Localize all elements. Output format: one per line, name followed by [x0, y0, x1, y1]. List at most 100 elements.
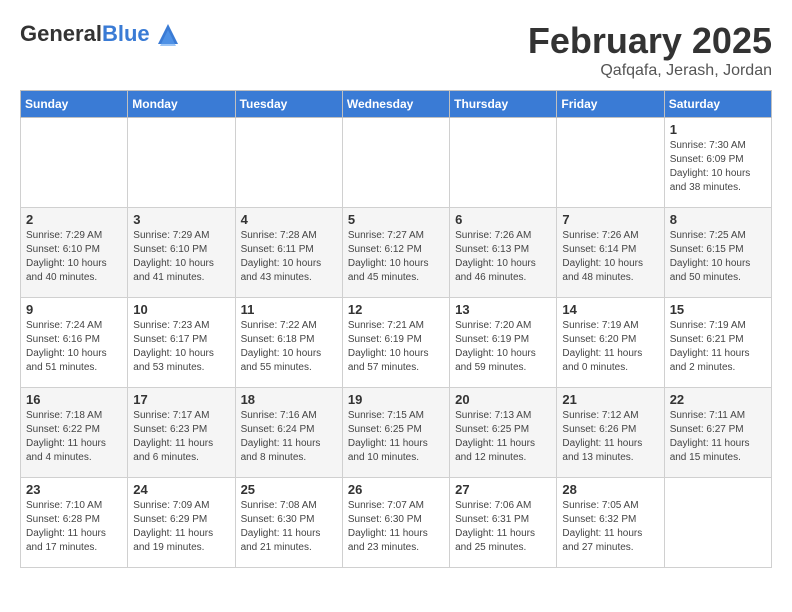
- day-info: Sunrise: 7:28 AM Sunset: 6:11 PM Dayligh…: [241, 229, 337, 285]
- day-info: Sunrise: 7:22 AM Sunset: 6:18 PM Dayligh…: [241, 319, 337, 375]
- day-info: Sunrise: 7:07 AM Sunset: 6:30 PM Dayligh…: [348, 499, 444, 555]
- logo-icon: [154, 20, 182, 48]
- day-number: 10: [133, 302, 229, 317]
- day-number: 4: [241, 212, 337, 227]
- day-number: 27: [455, 482, 551, 497]
- month-title: February 2025: [528, 20, 772, 62]
- calendar-cell: 10 Sunrise: 7:23 AM Sunset: 6:17 PM Dayli…: [128, 298, 235, 388]
- day-of-week-header: Saturday: [664, 91, 771, 118]
- day-info: Sunrise: 7:19 AM Sunset: 6:21 PM Dayligh…: [670, 319, 766, 375]
- day-info: Sunrise: 7:29 AM Sunset: 6:10 PM Dayligh…: [133, 229, 229, 285]
- day-info: Sunrise: 7:23 AM Sunset: 6:17 PM Dayligh…: [133, 319, 229, 375]
- calendar-cell: 12Sunrise: 7:21 AM Sunset: 6:19 PM Dayli…: [342, 298, 449, 388]
- calendar-cell: 21 Sunrise: 7:12 AM Sunset: 6:26 PM Dayli…: [557, 388, 664, 478]
- title-block: February 2025 Qafqafa, Jerash, Jordan: [528, 20, 772, 80]
- calendar-cell: 6 Sunrise: 7:26 AM Sunset: 6:13 PM Daylig…: [450, 208, 557, 298]
- day-number: 15: [670, 302, 766, 317]
- day-info: Sunrise: 7:05 AM Sunset: 6:32 PM Dayligh…: [562, 499, 658, 555]
- day-number: 28: [562, 482, 658, 497]
- calendar-cell: 20 Sunrise: 7:13 AM Sunset: 6:25 PM Dayli…: [450, 388, 557, 478]
- calendar-table: SundayMondayTuesdayWednesdayThursdayFrid…: [20, 90, 772, 568]
- calendar-cell: 2 Sunrise: 7:29 AM Sunset: 6:10 PM Daylig…: [21, 208, 128, 298]
- day-info: Sunrise: 7:27 AM Sunset: 6:12 PM Dayligh…: [348, 229, 444, 285]
- day-info: Sunrise: 7:13 AM Sunset: 6:25 PM Dayligh…: [455, 409, 551, 465]
- day-number: 24: [133, 482, 229, 497]
- day-number: 9: [26, 302, 122, 317]
- day-info: Sunrise: 7:30 AM Sunset: 6:09 PM Dayligh…: [670, 139, 766, 195]
- day-info: Sunrise: 7:09 AM Sunset: 6:29 PM Dayligh…: [133, 499, 229, 555]
- day-info: Sunrise: 7:08 AM Sunset: 6:30 PM Dayligh…: [241, 499, 337, 555]
- calendar-header-row: SundayMondayTuesdayWednesdayThursdayFrid…: [21, 91, 772, 118]
- day-info: Sunrise: 7:26 AM Sunset: 6:13 PM Dayligh…: [455, 229, 551, 285]
- calendar-cell: [664, 478, 771, 568]
- day-info: Sunrise: 7:06 AM Sunset: 6:31 PM Dayligh…: [455, 499, 551, 555]
- calendar-cell: 23Sunrise: 7:10 AM Sunset: 6:28 PM Dayli…: [21, 478, 128, 568]
- day-number: 25: [241, 482, 337, 497]
- day-info: Sunrise: 7:24 AM Sunset: 6:16 PM Dayligh…: [26, 319, 122, 375]
- day-number: 13: [455, 302, 551, 317]
- calendar-cell: 1Sunrise: 7:30 AM Sunset: 6:09 PM Daylig…: [664, 118, 771, 208]
- calendar-week-row: 1Sunrise: 7:30 AM Sunset: 6:09 PM Daylig…: [21, 118, 772, 208]
- day-number: 12: [348, 302, 444, 317]
- calendar-cell: 11 Sunrise: 7:22 AM Sunset: 6:18 PM Dayli…: [235, 298, 342, 388]
- calendar-cell: [128, 118, 235, 208]
- day-info: Sunrise: 7:17 AM Sunset: 6:23 PM Dayligh…: [133, 409, 229, 465]
- calendar-cell: 5 Sunrise: 7:27 AM Sunset: 6:12 PM Daylig…: [342, 208, 449, 298]
- calendar-week-row: 9 Sunrise: 7:24 AM Sunset: 6:16 PM Daylig…: [21, 298, 772, 388]
- day-info: Sunrise: 7:29 AM Sunset: 6:10 PM Dayligh…: [26, 229, 122, 285]
- day-number: 19: [348, 392, 444, 407]
- logo: GeneralBlue: [20, 20, 182, 48]
- day-of-week-header: Thursday: [450, 91, 557, 118]
- day-number: 26: [348, 482, 444, 497]
- day-number: 14: [562, 302, 658, 317]
- day-info: Sunrise: 7:11 AM Sunset: 6:27 PM Dayligh…: [670, 409, 766, 465]
- logo-blue: Blue: [102, 21, 150, 46]
- calendar-week-row: 16 Sunrise: 7:18 AM Sunset: 6:22 PM Dayli…: [21, 388, 772, 478]
- calendar-cell: 26 Sunrise: 7:07 AM Sunset: 6:30 PM Dayli…: [342, 478, 449, 568]
- day-of-week-header: Wednesday: [342, 91, 449, 118]
- day-number: 17: [133, 392, 229, 407]
- day-number: 5: [348, 212, 444, 227]
- calendar-cell: 7 Sunrise: 7:26 AM Sunset: 6:14 PM Daylig…: [557, 208, 664, 298]
- day-number: 18: [241, 392, 337, 407]
- day-number: 22: [670, 392, 766, 407]
- day-of-week-header: Monday: [128, 91, 235, 118]
- location-title: Qafqafa, Jerash, Jordan: [528, 62, 772, 80]
- day-number: 3: [133, 212, 229, 227]
- logo-general: General: [20, 21, 102, 46]
- calendar-cell: 19 Sunrise: 7:15 AM Sunset: 6:25 PM Dayli…: [342, 388, 449, 478]
- day-number: 7: [562, 212, 658, 227]
- day-info: Sunrise: 7:18 AM Sunset: 6:22 PM Dayligh…: [26, 409, 122, 465]
- day-number: 16: [26, 392, 122, 407]
- calendar-cell: 15 Sunrise: 7:19 AM Sunset: 6:21 PM Dayli…: [664, 298, 771, 388]
- calendar-cell: 4 Sunrise: 7:28 AM Sunset: 6:11 PM Daylig…: [235, 208, 342, 298]
- calendar-cell: [450, 118, 557, 208]
- calendar-cell: 16 Sunrise: 7:18 AM Sunset: 6:22 PM Dayli…: [21, 388, 128, 478]
- calendar-cell: [342, 118, 449, 208]
- day-info: Sunrise: 7:25 AM Sunset: 6:15 PM Dayligh…: [670, 229, 766, 285]
- day-number: 2: [26, 212, 122, 227]
- day-of-week-header: Friday: [557, 91, 664, 118]
- day-info: Sunrise: 7:26 AM Sunset: 6:14 PM Dayligh…: [562, 229, 658, 285]
- calendar-week-row: 2 Sunrise: 7:29 AM Sunset: 6:10 PM Daylig…: [21, 208, 772, 298]
- calendar-cell: 17 Sunrise: 7:17 AM Sunset: 6:23 PM Dayli…: [128, 388, 235, 478]
- day-number: 11: [241, 302, 337, 317]
- day-of-week-header: Sunday: [21, 91, 128, 118]
- calendar-cell: 13 Sunrise: 7:20 AM Sunset: 6:19 PM Dayli…: [450, 298, 557, 388]
- calendar-cell: 28 Sunrise: 7:05 AM Sunset: 6:32 PM Dayli…: [557, 478, 664, 568]
- calendar-cell: [21, 118, 128, 208]
- day-info: Sunrise: 7:12 AM Sunset: 6:26 PM Dayligh…: [562, 409, 658, 465]
- day-number: 23: [26, 482, 122, 497]
- day-number: 6: [455, 212, 551, 227]
- day-info: Sunrise: 7:19 AM Sunset: 6:20 PM Dayligh…: [562, 319, 658, 375]
- calendar-cell: 18Sunrise: 7:16 AM Sunset: 6:24 PM Dayli…: [235, 388, 342, 478]
- calendar-cell: 14 Sunrise: 7:19 AM Sunset: 6:20 PM Dayli…: [557, 298, 664, 388]
- calendar-cell: 22 Sunrise: 7:11 AM Sunset: 6:27 PM Dayli…: [664, 388, 771, 478]
- day-info: Sunrise: 7:20 AM Sunset: 6:19 PM Dayligh…: [455, 319, 551, 375]
- calendar-cell: 25 Sunrise: 7:08 AM Sunset: 6:30 PM Dayli…: [235, 478, 342, 568]
- calendar-cell: 3 Sunrise: 7:29 AM Sunset: 6:10 PM Daylig…: [128, 208, 235, 298]
- day-number: 21: [562, 392, 658, 407]
- day-number: 20: [455, 392, 551, 407]
- day-info: Sunrise: 7:15 AM Sunset: 6:25 PM Dayligh…: [348, 409, 444, 465]
- calendar-cell: 8Sunrise: 7:25 AM Sunset: 6:15 PM Daylig…: [664, 208, 771, 298]
